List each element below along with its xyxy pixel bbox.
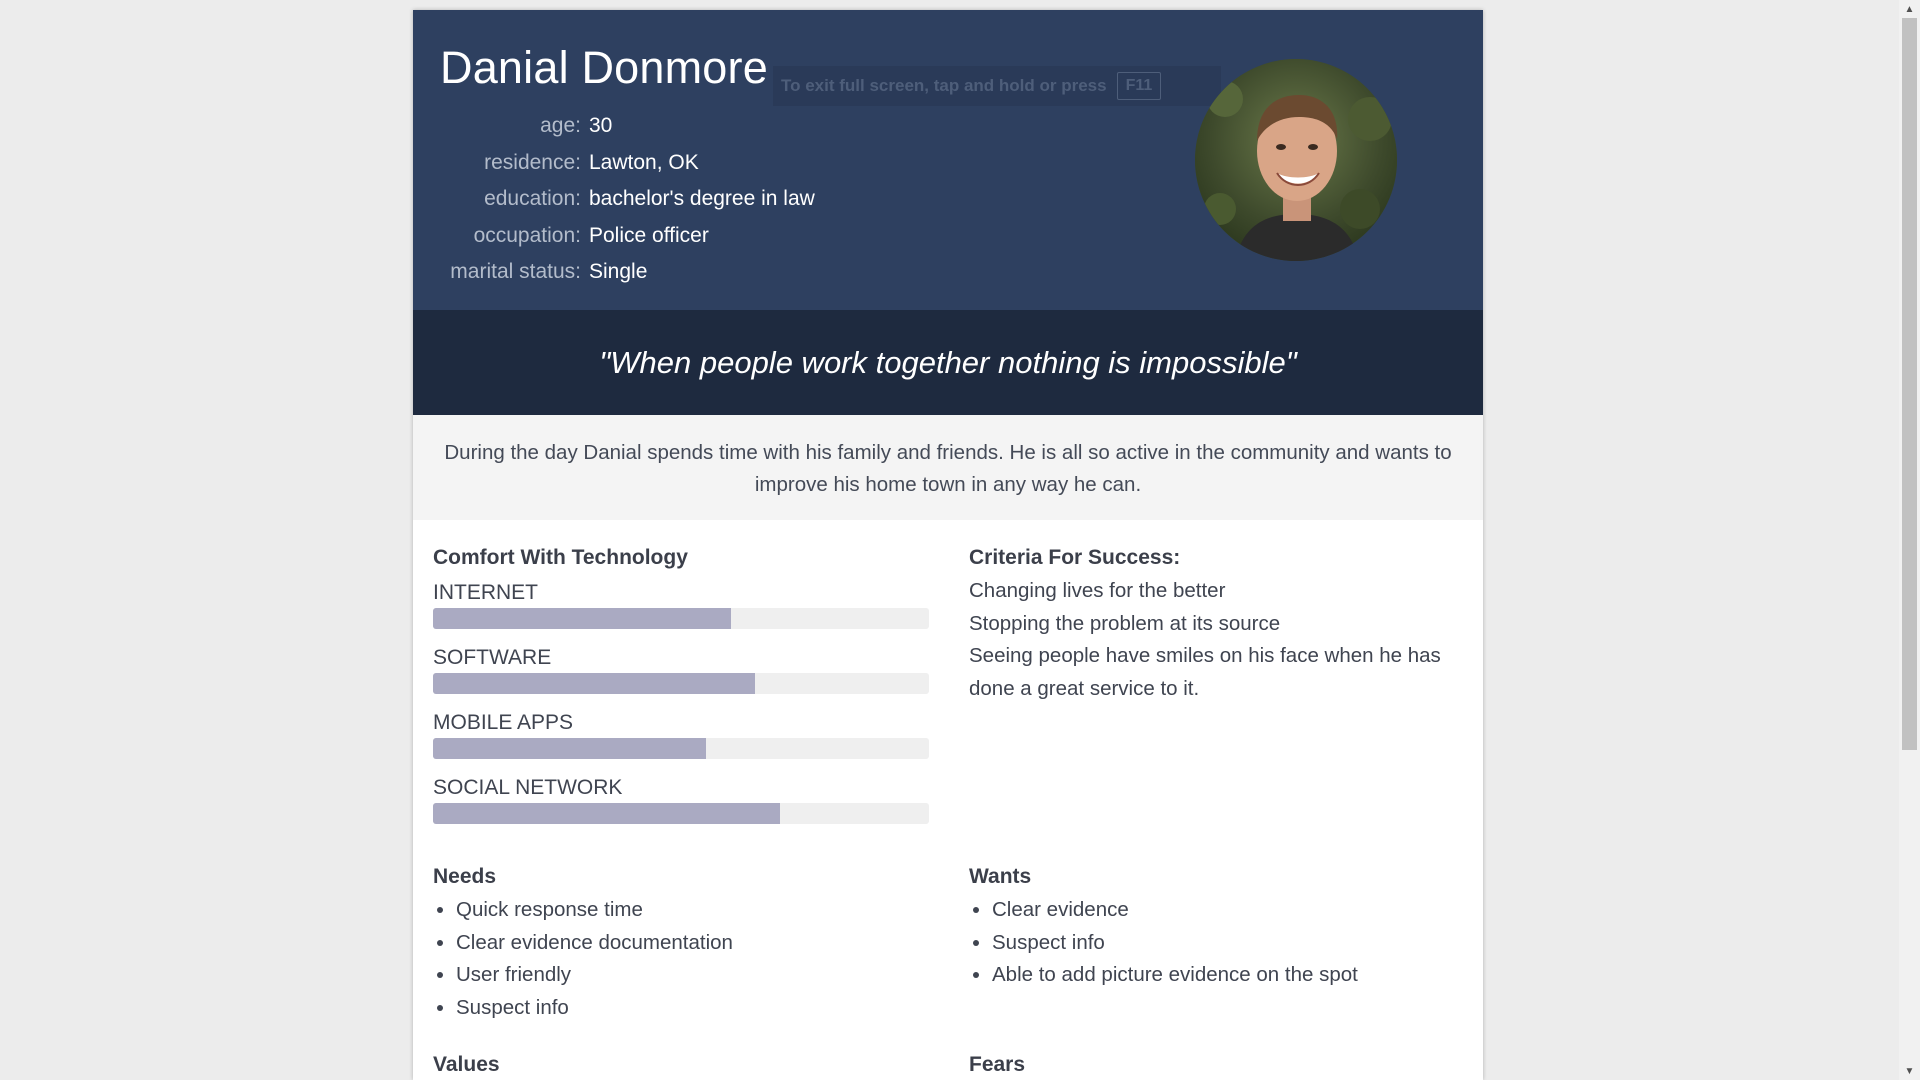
fullscreen-notice: To exit full screen, tap and hold or pre… [773, 66, 1221, 106]
wants-item: Able to add picture evidence on the spot [992, 959, 1472, 992]
tech-progress-fill [433, 673, 756, 694]
detail-row-residence: residence: Lawton, OK [431, 151, 815, 188]
tech-progress-track [433, 738, 929, 759]
wants-item: Clear evidence [992, 894, 1472, 927]
detail-row-marital-status: marital status: Single [431, 260, 815, 297]
tech-progress-fill [433, 608, 731, 629]
detail-label: age: [540, 114, 581, 137]
persona-header: Danial Donmore To exit full screen, tap … [413, 10, 1483, 310]
tech-progress-track [433, 608, 929, 629]
scroll-up-arrow-icon[interactable]: ▲ [1899, 0, 1920, 18]
detail-label: marital status: [450, 260, 581, 284]
criteria-line: Seeing people have smiles on his face wh… [969, 644, 1441, 667]
detail-value: Lawton, OK [589, 150, 699, 174]
page-scrollbar[interactable]: ▲ ▼ [1899, 0, 1920, 1080]
technology-list: INTERNET SOFTWARE MOBILE APPS SOCIAL NET… [433, 580, 929, 840]
tech-item-mobile-apps: MOBILE APPS [433, 710, 929, 775]
fullscreen-key: F11 [1116, 72, 1162, 100]
technology-title: Comfort With Technology [433, 546, 688, 569]
wants-title: Wants [969, 865, 1032, 888]
persona-quote: "When people work together nothing is im… [413, 310, 1483, 415]
tech-progress-fill [433, 803, 781, 824]
persona-page: Danial Donmore To exit full screen, tap … [413, 10, 1483, 1080]
criteria-line: Stopping the problem at its source [969, 611, 1281, 635]
detail-label: residence: [484, 150, 581, 174]
detail-value: 30 [589, 114, 613, 137]
needs-item: Quick response time [456, 894, 936, 927]
persona-summary: During the day Danial spends time with h… [413, 415, 1483, 520]
person-photo-icon [1195, 59, 1397, 261]
needs-item: Clear evidence documentation [456, 927, 936, 960]
tech-progress-track [433, 803, 929, 824]
criteria-title: Criteria For Success: [969, 546, 1181, 569]
detail-row-age: age: 30 [431, 114, 815, 151]
detail-label: occupation: [473, 223, 581, 247]
tech-label: SOCIAL NETWORK [433, 776, 623, 799]
detail-value: Police officer [589, 223, 709, 247]
tech-progress-track [433, 673, 929, 694]
detail-label: education: [484, 187, 581, 211]
criteria-line: Changing lives for the better [969, 579, 1226, 602]
criteria-list: Changing lives for the better Stopping t… [969, 575, 1469, 705]
tech-item-social-network: SOCIAL NETWORK [433, 775, 929, 840]
scroll-down-arrow-icon[interactable]: ▼ [1899, 1062, 1920, 1080]
tech-label: SOFTWARE [433, 646, 552, 669]
detail-value: bachelor's degree in law [589, 187, 815, 211]
persona-name: Danial Donmore [440, 42, 768, 93]
needs-list: Quick response time Clear evidence docum… [433, 894, 936, 1024]
needs-item: User friendly [456, 959, 936, 992]
tech-item-internet: INTERNET [433, 580, 929, 645]
detail-row-occupation: occupation: Police officer [431, 224, 815, 261]
avatar [1195, 59, 1397, 261]
fullscreen-notice-text: To exit full screen, tap and hold or pre… [781, 76, 1107, 95]
tech-progress-fill [433, 738, 706, 759]
values-title: Values [433, 1053, 500, 1076]
criteria-line: done a great service to it. [969, 676, 1200, 700]
needs-title: Needs [433, 865, 497, 888]
wants-list: Clear evidence Suspect info Able to add … [969, 894, 1472, 992]
scrollbar-thumb[interactable] [1902, 18, 1917, 750]
needs-item: Suspect info [456, 992, 936, 1025]
tech-label: MOBILE APPS [433, 711, 574, 734]
tech-label: INTERNET [433, 581, 538, 604]
detail-value: Single [589, 260, 648, 284]
fears-title: Fears [969, 1053, 1026, 1076]
persona-details: age: 30 residence: Lawton, OK education:… [431, 114, 815, 297]
tech-item-software: SOFTWARE [433, 645, 929, 710]
wants-item: Suspect info [992, 927, 1472, 960]
detail-row-education: education: bachelor's degree in law [431, 187, 815, 224]
